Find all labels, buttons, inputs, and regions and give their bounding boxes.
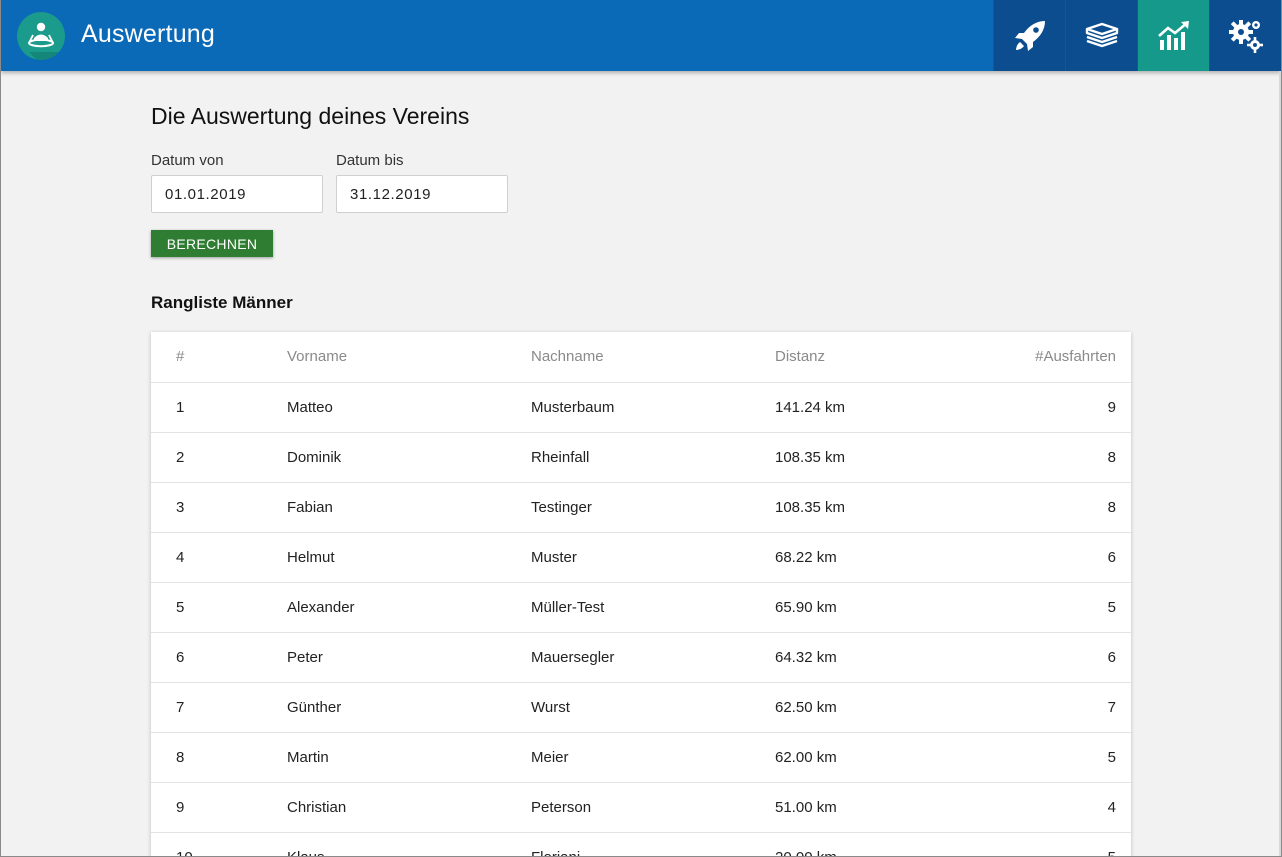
cell-lastname: Müller-Test [531,582,775,633]
page-title: Die Auswertung deines Vereins [151,103,470,129]
cell-lastname: Testinger [531,482,775,533]
date-from-input[interactable] [151,175,323,213]
cell-distance: 141.24 km [775,382,975,433]
cell-lastname: Floriani [531,832,775,856]
cell-lastname: Meier [531,732,775,783]
table-row: 4 Helmut Muster 68.22 km 6 [151,532,1131,583]
cell-lastname: Musterbaum [531,382,775,433]
cell-rank: 6 [151,632,287,683]
app-logo-icon [17,12,65,60]
date-from-field: Datum von [151,152,323,213]
cell-distance: 62.50 km [775,682,975,733]
cell-lastname: Mauersegler [531,632,775,683]
date-to-field: Datum bis [336,152,508,213]
calculate-button[interactable]: BERECHNEN [151,230,273,257]
date-to-label: Datum bis [336,152,404,169]
cell-firstname: Christian [287,782,531,833]
cell-rides: 4 [975,782,1131,833]
cell-rides: 9 [975,382,1131,433]
cell-lastname: Wurst [531,682,775,733]
cell-rank: 4 [151,532,287,583]
date-from-label: Datum von [151,152,224,169]
cell-rank: 5 [151,582,287,633]
cell-distance: 108.35 km [775,432,975,483]
table-row: 9 Christian Peterson 51.00 km 4 [151,782,1131,833]
date-to-input[interactable] [336,175,508,213]
cell-distance: 62.00 km [775,732,975,783]
cell-rides: 5 [975,832,1131,856]
column-header-rides[interactable]: #Ausfahrten [975,332,1131,383]
cell-distance: 65.90 km [775,582,975,633]
cell-firstname: Martin [287,732,531,783]
ranking-title: Rangliste Männer [151,293,293,312]
cell-rides: 6 [975,532,1131,583]
app-header: Auswertung [1,0,1281,71]
cell-rides: 8 [975,432,1131,483]
cell-firstname: Fabian [287,482,531,533]
table-row: 10 Klaus Floriani 20.00 km 5 [151,832,1131,856]
table-row: 3 Fabian Testinger 108.35 km 8 [151,482,1131,533]
nav-statistics-button[interactable] [1137,0,1209,71]
cell-firstname: Helmut [287,532,531,583]
cell-rank: 1 [151,382,287,433]
cell-rank: 9 [151,782,287,833]
cell-firstname: Klaus [287,832,531,856]
cell-distance: 64.32 km [775,632,975,683]
column-header-distance[interactable]: Distanz [775,332,975,383]
cell-firstname: Peter [287,632,531,683]
cell-lastname: Peterson [531,782,775,833]
app-title: Auswertung [81,20,216,48]
cell-rank: 7 [151,682,287,733]
cell-firstname: Günther [287,682,531,733]
nav-settings-button[interactable] [1209,0,1281,71]
cell-rides: 5 [975,582,1131,633]
cell-distance: 68.22 km [775,532,975,583]
table-row: 6 Peter Mauersegler 64.32 km 6 [151,632,1131,683]
table-row: 7 Günther Wurst 62.50 km 7 [151,682,1131,733]
cell-rank: 8 [151,732,287,783]
column-header-firstname[interactable]: Vorname [287,332,531,383]
cell-rides: 8 [975,482,1131,533]
column-header-rank[interactable]: # [151,332,287,383]
window-edge [1279,71,1281,856]
table-row: 1 Matteo Musterbaum 141.24 km 9 [151,382,1131,433]
table-row: 5 Alexander Müller-Test 65.90 km 5 [151,582,1131,633]
cell-rides: 7 [975,682,1131,733]
books-icon [1085,22,1118,47]
cell-rides: 6 [975,632,1131,683]
ranking-table: # Vorname Nachname Distanz #Ausfahrten 1… [151,332,1131,856]
cell-lastname: Muster [531,532,775,583]
cell-rank: 2 [151,432,287,483]
nav-rocket-button[interactable] [993,0,1065,71]
cell-firstname: Alexander [287,582,531,633]
nav-library-button[interactable] [1065,0,1137,71]
cell-rank: 10 [151,832,287,856]
ranking-table-card: # Vorname Nachname Distanz #Ausfahrten 1… [151,332,1131,856]
column-header-lastname[interactable]: Nachname [531,332,775,383]
gears-icon [1228,19,1263,53]
cell-rides: 5 [975,732,1131,783]
app-window: Auswertung Die Auswertung deines Vereins… [0,0,1282,857]
cell-distance: 108.35 km [775,482,975,533]
cell-distance: 20.00 km [775,832,975,856]
cell-firstname: Matteo [287,382,531,433]
cell-distance: 51.00 km [775,782,975,833]
table-row: 8 Martin Meier 62.00 km 5 [151,732,1131,783]
table-header-row: # Vorname Nachname Distanz #Ausfahrten [151,332,1131,383]
table-row: 2 Dominik Rheinfall 108.35 km 8 [151,432,1131,483]
chart-icon [1157,20,1189,50]
cell-lastname: Rheinfall [531,432,775,483]
cell-rank: 3 [151,482,287,533]
rocket-icon [1014,20,1045,51]
top-nav [993,0,1281,71]
cell-firstname: Dominik [287,432,531,483]
